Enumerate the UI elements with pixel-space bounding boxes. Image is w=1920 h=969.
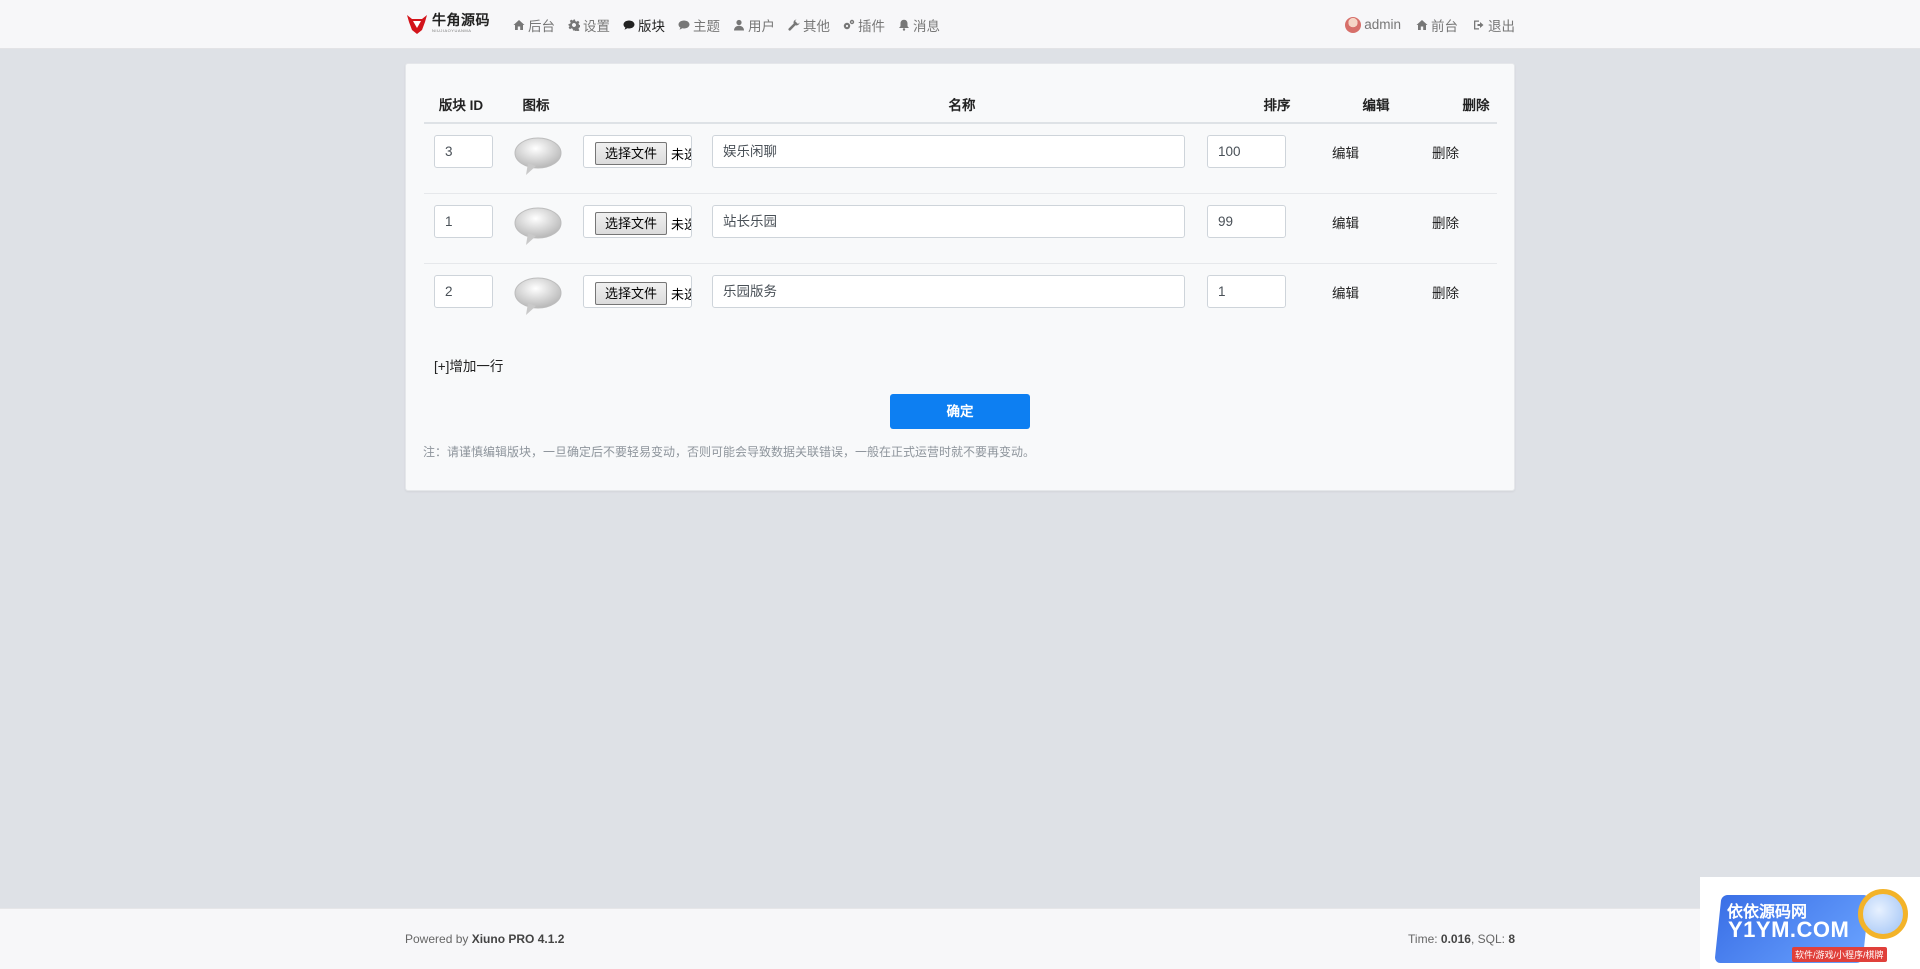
sql-value: 8 xyxy=(1508,932,1515,946)
user-icon xyxy=(734,19,744,30)
file-status: 未选择任何文件 xyxy=(671,147,691,162)
footer: Powered by Xiuno PRO 4.1.2 Time: 0.016, … xyxy=(0,908,1920,969)
user-nav: admin 前台 退出 xyxy=(1330,0,1515,49)
header-icon: 图标 xyxy=(522,98,550,113)
comment-icon xyxy=(678,20,690,30)
row-divider xyxy=(424,263,1497,264)
watermark-en: Y1YM.COM xyxy=(1728,917,1850,942)
forum-name-input[interactable]: 乐园版务 xyxy=(712,275,1185,308)
nav-item-admin-user[interactable]: admin xyxy=(1345,16,1401,33)
forum-name-input[interactable]: 站长乐园 xyxy=(712,205,1185,238)
row-divider xyxy=(424,193,1497,194)
delete-link[interactable]: 删除 xyxy=(1432,142,1459,162)
edit-link[interactable]: 编辑 xyxy=(1332,282,1359,302)
choose-file-button[interactable]: 选择文件 xyxy=(595,212,667,235)
nav-item-messages[interactable]: 消息 xyxy=(898,15,940,35)
forum-bubble-icon[interactable] xyxy=(514,276,562,316)
nav-label: 消息 xyxy=(913,18,940,34)
forum-id-input[interactable]: 2 xyxy=(434,275,493,308)
forum-id-input[interactable]: 3 xyxy=(434,135,493,168)
sql-label: , SQL: xyxy=(1470,932,1509,946)
icon-file-input[interactable]: 选择文件 未选择任何文件 xyxy=(583,135,692,168)
nav-item-other[interactable]: 其他 xyxy=(788,15,830,35)
nav-item-admin[interactable]: 后台 xyxy=(513,15,555,35)
avatar xyxy=(1345,16,1362,33)
header-forum-id: 版块 ID xyxy=(438,98,484,113)
forum-bubble-icon[interactable] xyxy=(514,136,562,176)
debug-stats: Time: 0.016, SQL: 8 xyxy=(1408,932,1515,946)
nav-item-settings[interactable]: 设置 xyxy=(568,15,610,35)
magnifier-icon xyxy=(1858,889,1908,939)
bell-icon xyxy=(899,19,909,31)
nav-label: 主题 xyxy=(693,18,720,34)
header-edit: 编辑 xyxy=(1362,98,1390,113)
choose-file-button[interactable]: 选择文件 xyxy=(595,282,667,305)
home-icon xyxy=(513,19,525,30)
powered-prefix: Powered by xyxy=(405,932,472,946)
time-value: 0.016 xyxy=(1440,932,1471,946)
nav-label: 其他 xyxy=(803,18,830,34)
top-navbar: 牛角源码 NIUJIAOYUANMA 后台 设置 版块 主题 用户 其他 插件 … xyxy=(0,0,1920,49)
forum-name-input[interactable]: 娱乐闲聊 xyxy=(712,135,1185,168)
nav-item-plugins[interactable]: 插件 xyxy=(843,15,885,35)
warning-note: 注：请谨慎编辑版块，一旦确定后不要轻易变动，否则可能会导致数据关联错误，一般在正… xyxy=(423,445,1036,459)
nav-item-users[interactable]: 用户 xyxy=(733,15,775,35)
watermark-badge: 依依源码网 Y1YM.COM 软件/游戏/小程序/棋牌 xyxy=(1700,877,1920,969)
file-status: 未选择任何文件 xyxy=(671,217,691,232)
logo-text: 牛角源码 xyxy=(432,13,490,29)
home-icon xyxy=(1416,19,1428,30)
powered-name[interactable]: Xiuno PRO 4.1.2 xyxy=(472,932,565,946)
bull-logo-icon xyxy=(407,15,427,34)
comment-icon xyxy=(623,20,635,30)
nav-label: 退出 xyxy=(1488,18,1515,34)
time-label: Time: xyxy=(1408,932,1441,946)
confirm-button[interactable]: 确定 xyxy=(890,394,1030,429)
wrench-icon xyxy=(788,19,800,31)
header-rank: 排序 xyxy=(1263,98,1291,113)
nav-item-forums[interactable]: 版块 xyxy=(623,15,665,35)
nav-label: 设置 xyxy=(583,18,610,34)
forum-edit-card: 版块 ID 图标 名称 排序 编辑 删除 3 选择文件 未选择任何文件 娱乐闲聊… xyxy=(405,63,1515,491)
nav-label: 用户 xyxy=(748,18,775,34)
forum-rank-input[interactable]: 100 xyxy=(1207,135,1286,168)
delete-link[interactable]: 删除 xyxy=(1432,282,1459,302)
nav-item-logout[interactable]: 退出 xyxy=(1473,15,1515,35)
powered-by: Powered by Xiuno PRO 4.1.2 xyxy=(405,932,564,946)
choose-file-button[interactable]: 选择文件 xyxy=(595,142,667,165)
forum-id-input[interactable]: 1 xyxy=(434,205,493,238)
site-logo[interactable]: 牛角源码 NIUJIAOYUANMA xyxy=(405,13,490,35)
watermark-sub: 软件/游戏/小程序/棋牌 xyxy=(1792,947,1887,962)
edit-link[interactable]: 编辑 xyxy=(1332,212,1359,232)
forum-bubble-icon[interactable] xyxy=(514,206,562,246)
forum-rank-input[interactable]: 1 xyxy=(1207,275,1286,308)
nav-label: 插件 xyxy=(858,18,885,34)
nav-item-threads[interactable]: 主题 xyxy=(678,15,720,35)
nav-label: 前台 xyxy=(1431,18,1458,34)
delete-link[interactable]: 删除 xyxy=(1432,212,1459,232)
edit-link[interactable]: 编辑 xyxy=(1332,142,1359,162)
forum-rank-input[interactable]: 99 xyxy=(1207,205,1286,238)
file-status: 未选择任何文件 xyxy=(671,287,691,302)
header-delete: 删除 xyxy=(1462,98,1490,113)
nav-label: admin xyxy=(1364,17,1401,32)
nav-item-frontend[interactable]: 前台 xyxy=(1416,15,1458,35)
header-divider xyxy=(424,122,1497,124)
gears-icon xyxy=(843,19,855,29)
main-nav: 后台 设置 版块 主题 用户 其他 插件 消息 xyxy=(513,0,953,49)
add-row-link[interactable]: [+]增加一行 xyxy=(434,355,503,375)
nav-label: 后台 xyxy=(528,18,555,34)
icon-file-input[interactable]: 选择文件 未选择任何文件 xyxy=(583,205,692,238)
icon-file-input[interactable]: 选择文件 未选择任何文件 xyxy=(583,275,692,308)
header-name: 名称 xyxy=(948,98,976,113)
gear-icon xyxy=(568,19,580,31)
logo-tagline: NIUJIAOYUANMA xyxy=(432,28,472,33)
sign-out-icon xyxy=(1474,20,1484,29)
nav-label: 版块 xyxy=(638,18,665,34)
